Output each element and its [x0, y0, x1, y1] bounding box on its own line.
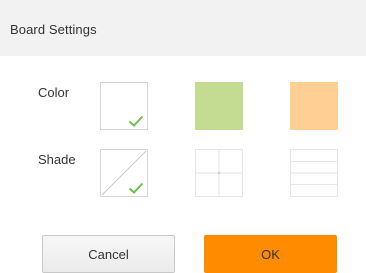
cancel-button[interactable]: Cancel — [42, 235, 175, 273]
color-label: Color — [38, 85, 70, 100]
checkmark-icon — [128, 182, 144, 194]
grid-pattern-icon — [196, 150, 242, 196]
shade-option-lines[interactable] — [290, 149, 338, 197]
shade-option-diagonal[interactable] — [100, 149, 148, 197]
dialog-header: Board Settings — [0, 0, 366, 56]
ok-button[interactable]: OK — [204, 235, 337, 273]
checkmark-icon — [128, 115, 144, 127]
shade-label: Shade — [38, 152, 76, 167]
shade-option-grid[interactable] — [195, 149, 243, 197]
color-swatch-orange[interactable] — [290, 82, 338, 130]
lines-pattern-icon — [291, 161, 337, 185]
color-swatch-white[interactable] — [100, 82, 148, 130]
dialog-title: Board Settings — [10, 22, 97, 37]
color-swatch-green[interactable] — [195, 82, 243, 130]
